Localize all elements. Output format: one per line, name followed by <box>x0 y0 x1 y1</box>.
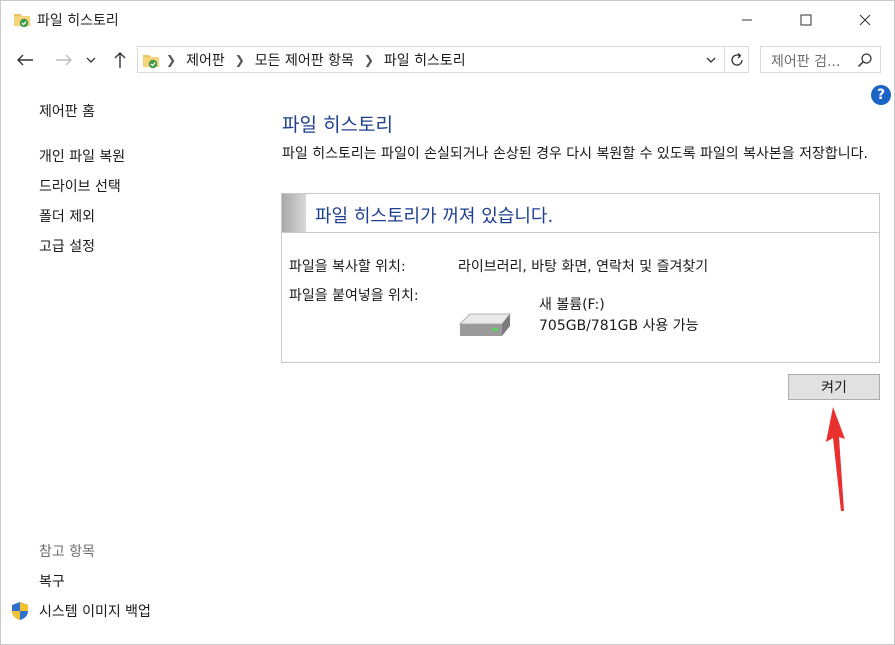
back-button[interactable] <box>12 47 38 73</box>
maximize-icon <box>800 14 812 26</box>
close-icon <box>859 14 871 26</box>
status-indicator <box>282 194 306 232</box>
nav-control-panel-home[interactable]: 제어판 홈 <box>39 101 95 121</box>
title-bar: 파일 히스토리 <box>1 1 894 39</box>
drive-free-space: 705GB/781GB 사용 가능 <box>539 318 699 334</box>
uac-shield-icon <box>12 602 28 620</box>
breadcrumb-control-panel[interactable]: 제어판 <box>186 50 225 70</box>
nav-exclude-folders[interactable]: 폴더 제외 <box>39 206 95 226</box>
nav-restore-personal-files[interactable]: 개인 파일 복원 <box>39 146 125 166</box>
nav-recovery[interactable]: 복구 <box>39 571 65 591</box>
minimize-icon <box>742 19 752 21</box>
nav-system-image-backup[interactable]: 시스템 이미지 백업 <box>39 601 151 621</box>
arrow-left-icon <box>17 54 33 66</box>
up-button[interactable] <box>107 47 133 73</box>
recent-locations-button[interactable] <box>81 47 101 73</box>
nav-select-drive[interactable]: 드라이브 선택 <box>39 176 121 196</box>
file-history-window: 파일 히스토리 ❯ 제어판 ❯ 모든 제어판 항목 ❯ 파일 히스토리 제어판 … <box>0 0 895 645</box>
status-panel: 파일 히스토리가 꺼져 있습니다. 파일을 복사할 위치: 라이브러리, 바탕 … <box>281 193 880 363</box>
drive-name: 새 볼륨(F:) <box>539 297 605 313</box>
copy-to-label: 파일을 붙여넣을 위치: <box>289 288 419 304</box>
nav-advanced-settings[interactable]: 고급 설정 <box>39 236 95 256</box>
annotation-arrow-icon <box>826 407 845 511</box>
arrow-up-icon <box>114 52 126 68</box>
help-icon: ? <box>876 87 886 103</box>
status-header: 파일 히스토리가 꺼져 있습니다. <box>282 194 879 233</box>
help-button[interactable]: ? <box>871 85 891 105</box>
breadcrumb: ❯ 제어판 ❯ 모든 제어판 항목 ❯ 파일 히스토리 <box>166 47 466 72</box>
chevron-right-icon: ❯ <box>363 52 374 67</box>
copy-from-value: 라이브러리, 바탕 화면, 연락처 및 즐겨찾기 <box>458 259 709 275</box>
file-history-folder-icon <box>14 14 30 28</box>
file-history-folder-icon <box>143 55 159 69</box>
turn-on-button[interactable]: 켜기 <box>788 374 880 400</box>
chevron-down-icon <box>86 57 96 63</box>
refresh-icon <box>731 52 743 66</box>
chevron-right-icon: ❯ <box>166 52 177 67</box>
hard-drive-icon <box>458 313 512 336</box>
search-input[interactable]: 제어판 검... <box>771 51 840 71</box>
chevron-down-icon <box>706 57 716 63</box>
forward-button[interactable] <box>51 47 77 73</box>
window-title: 파일 히스토리 <box>37 13 119 29</box>
page-description: 파일 히스토리는 파일이 손실되거나 손상된 경우 다시 복원할 수 있도록 파… <box>282 146 868 162</box>
copy-from-label: 파일을 복사할 위치: <box>289 259 406 275</box>
arrow-right-icon <box>56 54 72 66</box>
chevron-right-icon: ❯ <box>234 52 245 67</box>
search-box[interactable]: 제어판 검... <box>760 46 881 73</box>
status-text: 파일 히스토리가 꺼져 있습니다. <box>315 206 554 227</box>
page-title: 파일 히스토리 <box>282 114 393 136</box>
refresh-button[interactable] <box>724 47 749 72</box>
address-dropdown-button[interactable] <box>700 47 722 72</box>
close-button[interactable] <box>836 1 894 39</box>
maximize-button[interactable] <box>777 1 835 39</box>
address-bar[interactable]: ❯ 제어판 ❯ 모든 제어판 항목 ❯ 파일 히스토리 <box>137 46 749 73</box>
search-icon <box>857 53 872 68</box>
breadcrumb-file-history[interactable]: 파일 히스토리 <box>384 50 466 70</box>
breadcrumb-all-items[interactable]: 모든 제어판 항목 <box>255 50 354 70</box>
see-also-header: 참고 항목 <box>39 544 95 560</box>
minimize-button[interactable] <box>718 1 776 39</box>
